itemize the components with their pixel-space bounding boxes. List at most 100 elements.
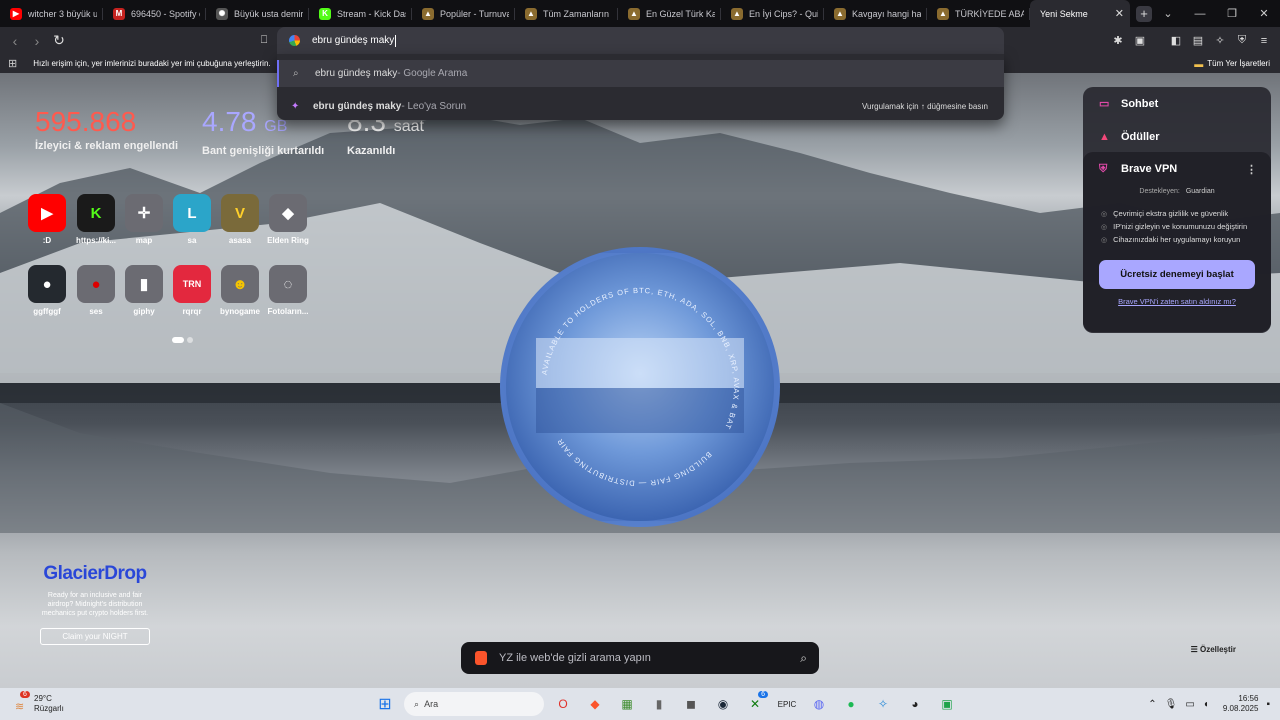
vpn-feature: ◎ IP'nizi gizleyin ve konumunuzu değiştir… xyxy=(1101,220,1271,233)
omnibox-dropdown: ⌕ ebru gündeş maky - Google Arama ✦ ebru… xyxy=(277,54,1004,120)
tab-2[interactable]: ✺ Büyük usta demirci xyxy=(206,0,309,27)
tab-strip: ▶ witcher 3 büyük ust M 696450 - Spotify ot… xyxy=(0,0,1280,27)
page-dot[interactable] xyxy=(187,337,193,343)
tab-0[interactable]: ▶ witcher 3 büyük ust xyxy=(0,0,103,27)
tab-8[interactable]: ▲ Kavgayı hangi hayv xyxy=(824,0,927,27)
brave-icon[interactable]: ◆ xyxy=(582,691,608,717)
bookmarks-hint: Hızlı erişim için, yer imlerinizi burada… xyxy=(33,59,271,68)
vpn-card: ⛨ Brave VPN ⋮ Destekleyen: Guardian ◎ Çev… xyxy=(1083,152,1271,332)
tab-search-icon[interactable]: ⌄ xyxy=(1152,0,1184,27)
menu-icon[interactable]: ≡ xyxy=(1256,33,1272,49)
tab-4[interactable]: ▲ Popüler - Turnuva xyxy=(412,0,515,27)
rewards-item[interactable]: ▲ Ödüller xyxy=(1083,120,1271,153)
microphone-icon[interactable]: 🎙︎ xyxy=(1165,699,1178,710)
restore-button[interactable]: ❐ xyxy=(1216,0,1248,27)
customize-button[interactable]: ☰ Özelleştir xyxy=(1191,645,1236,654)
window-controls: ⌄ — ❐ ✕ xyxy=(1152,0,1280,27)
forward-button[interactable]: › xyxy=(26,30,48,52)
bookmark-icon[interactable]: ⎕ xyxy=(253,30,275,52)
suggestion-google[interactable]: ⌕ ebru gündeş maky - Google Arama xyxy=(277,60,1004,87)
close-window-button[interactable]: ✕ xyxy=(1248,0,1280,27)
game-icon[interactable]: ▮ xyxy=(646,691,672,717)
sidebar-icon[interactable]: ◧ xyxy=(1168,33,1184,49)
glacierdrop-disc[interactable]: AVAILABLE TO HOLDERS OF BTC, ETH, ADA, S… xyxy=(500,247,780,527)
private-search-box[interactable]: YZ ile web'de gizli arama yapın ⌕ xyxy=(461,642,819,674)
address-input[interactable]: ebru gündeş maky xyxy=(312,35,394,46)
search-icon[interactable]: ⌕ xyxy=(800,651,807,666)
search-icon: ⌕ xyxy=(414,698,420,709)
address-bar[interactable]: ebru gündeş maky xyxy=(277,27,1004,54)
suggestion-source: - Leo'ya Sorun xyxy=(401,100,467,112)
tab-3[interactable]: K Stream - Kick Dashl xyxy=(309,0,412,27)
brave-wallet-icon[interactable]: ▤ xyxy=(1190,33,1206,49)
more-options-icon[interactable]: ⋮ xyxy=(1246,163,1257,176)
tab-label: En Güzel Türk Kadı xyxy=(646,8,715,19)
tab-active[interactable]: Yeni Sekme ✕ xyxy=(1030,0,1130,27)
clock[interactable]: 16:56 9.08.2025 xyxy=(1223,694,1259,714)
vpn-trial-button[interactable]: Ücretsiz denemeyi başlat xyxy=(1099,260,1255,289)
notification-icon[interactable]: ▪ xyxy=(1266,699,1270,710)
vpn-shield-icon[interactable]: ⛨ xyxy=(1234,33,1250,49)
vpn-feature-text: IP'nizi gizleyin ve konumunuzu değiştiri… xyxy=(1113,222,1248,231)
tab-1[interactable]: M 696450 - Spotify ot xyxy=(103,0,206,27)
claim-night-button[interactable]: Claim your NIGHT xyxy=(40,628,150,645)
chevron-up-icon[interactable]: ⌃ xyxy=(1148,699,1156,710)
whatsapp-icon[interactable]: ▣ xyxy=(934,691,960,717)
network-app-icon[interactable]: ✧ xyxy=(870,691,896,717)
all-bookmarks-button[interactable]: ▬ Tüm Yer İşaretleri xyxy=(1194,59,1270,69)
vpn-feature: ◎ Cihazınızdaki her uygulamayı koruyun xyxy=(1101,233,1271,246)
top-site-6[interactable]: ● ggffggf xyxy=(19,265,75,316)
reload-button[interactable]: ↻ xyxy=(48,30,70,52)
volume-icon[interactable]: ◖ xyxy=(1203,699,1209,710)
back-button[interactable]: ‹ xyxy=(4,30,26,52)
weather-widget[interactable]: ≋ 6 29°C Rüzgarlı xyxy=(12,691,122,714)
top-site-label: :D xyxy=(42,236,52,245)
top-site-label: ggffggf xyxy=(33,307,61,316)
stat-bandwidth-value: 4.78 xyxy=(202,106,257,137)
discord-icon[interactable]: ◍ xyxy=(806,691,832,717)
brave-logo-icon xyxy=(475,651,487,665)
steam-icon[interactable]: ◉ xyxy=(710,691,736,717)
top-site-0[interactable]: ▶:D xyxy=(19,194,75,245)
spotify-icon[interactable]: ● xyxy=(838,691,864,717)
page-dot-active[interactable] xyxy=(172,337,184,343)
google-icon xyxy=(289,35,300,46)
apps-grid-icon[interactable]: ⊞ xyxy=(8,57,17,70)
top-site-label: Elden Ring xyxy=(267,236,309,245)
close-tab-icon[interactable]: ✕ xyxy=(1115,7,1124,20)
taskbar-search[interactable]: ⌕ Ara xyxy=(404,692,544,716)
weather-badge: 6 xyxy=(20,691,30,698)
chat-item[interactable]: ▭ Sohbet xyxy=(1083,87,1271,120)
youtube-icon: ▶ xyxy=(10,7,22,20)
trn-icon: TRN xyxy=(173,265,211,303)
weather-icon: ≋ 6 xyxy=(12,691,30,713)
epic-games-icon[interactable]: EPIC xyxy=(774,691,800,717)
search-icon: ⌕ xyxy=(293,68,299,79)
vpn-already-link[interactable]: Brave VPN'i zaten satın aldınız mı? xyxy=(1083,297,1271,306)
windows-start-icon[interactable]: ⊞ xyxy=(372,691,398,717)
tab-6[interactable]: ▲ En Güzel Türk Kadı xyxy=(618,0,721,27)
display-icon[interactable]: ▭ xyxy=(1185,699,1194,710)
minimize-button[interactable]: — xyxy=(1184,0,1216,27)
minecraft-icon[interactable]: ▦ xyxy=(614,691,640,717)
extensions-icon[interactable]: ✱ xyxy=(1110,33,1126,49)
tab-7[interactable]: ▲ En İyi Cips? - Quizei xyxy=(721,0,824,27)
tab-5[interactable]: ▲ Tüm Zamanların En xyxy=(515,0,618,27)
top-site-11[interactable]: ◌ Fotoların... xyxy=(260,265,316,316)
davinci-icon[interactable]: ◼ xyxy=(678,691,704,717)
xbox-icon[interactable]: ✕ 6 xyxy=(742,691,768,717)
xbox-badge: 6 xyxy=(758,691,768,698)
glacierdrop-desc: Ready for an inclusive and fair airdrop?… xyxy=(41,592,149,617)
top-site-5[interactable]: ◆ Elden Ring xyxy=(260,194,316,245)
tab-label: 696450 - Spotify ot xyxy=(131,8,200,19)
new-tab-button[interactable]: + xyxy=(1136,5,1152,22)
vpn-features: ◎ Çevrimiçi ekstra gizlilik ve güvenlik ◎ I… xyxy=(1083,207,1271,246)
tab-9[interactable]: ▲ TÜRKİYEDE ABARTI xyxy=(927,0,1030,27)
opera-icon[interactable]: O xyxy=(550,691,576,717)
suggestion-leo[interactable]: ✦ ebru gündeş maky - Leo'ya Sorun Vurgul… xyxy=(277,93,1004,119)
search-placeholder: YZ ile web'de gizli arama yapın xyxy=(499,652,651,664)
obs-icon[interactable]: ◕ xyxy=(902,691,928,717)
check-icon: ◎ xyxy=(1101,223,1108,231)
wallet-icon[interactable]: ▣ xyxy=(1132,33,1148,49)
leo-ai-icon[interactable]: ✧ xyxy=(1212,33,1228,49)
